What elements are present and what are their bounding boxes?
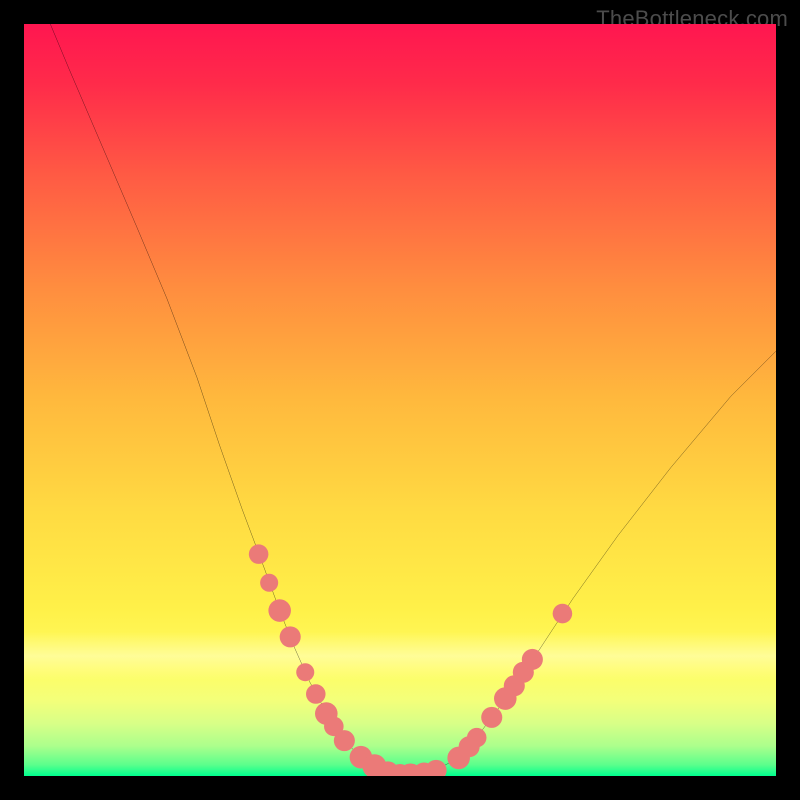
- curve-marker: [268, 599, 291, 622]
- curve-marker: [426, 760, 447, 776]
- curve-marker: [481, 707, 502, 728]
- chart-container: TheBottleneck.com: [0, 0, 800, 800]
- curve-marker: [553, 604, 573, 624]
- curve-markers: [249, 544, 572, 776]
- curve-marker: [296, 663, 314, 681]
- curve-layer: [24, 24, 776, 776]
- bottleneck-curve: [50, 24, 776, 775]
- plot-area: [24, 24, 776, 776]
- curve-marker: [334, 730, 355, 751]
- curve-marker: [467, 728, 487, 748]
- curve-marker: [522, 649, 543, 670]
- curve-marker: [260, 574, 278, 592]
- curve-marker: [306, 684, 326, 704]
- curve-marker: [280, 626, 301, 647]
- curve-marker: [249, 544, 269, 564]
